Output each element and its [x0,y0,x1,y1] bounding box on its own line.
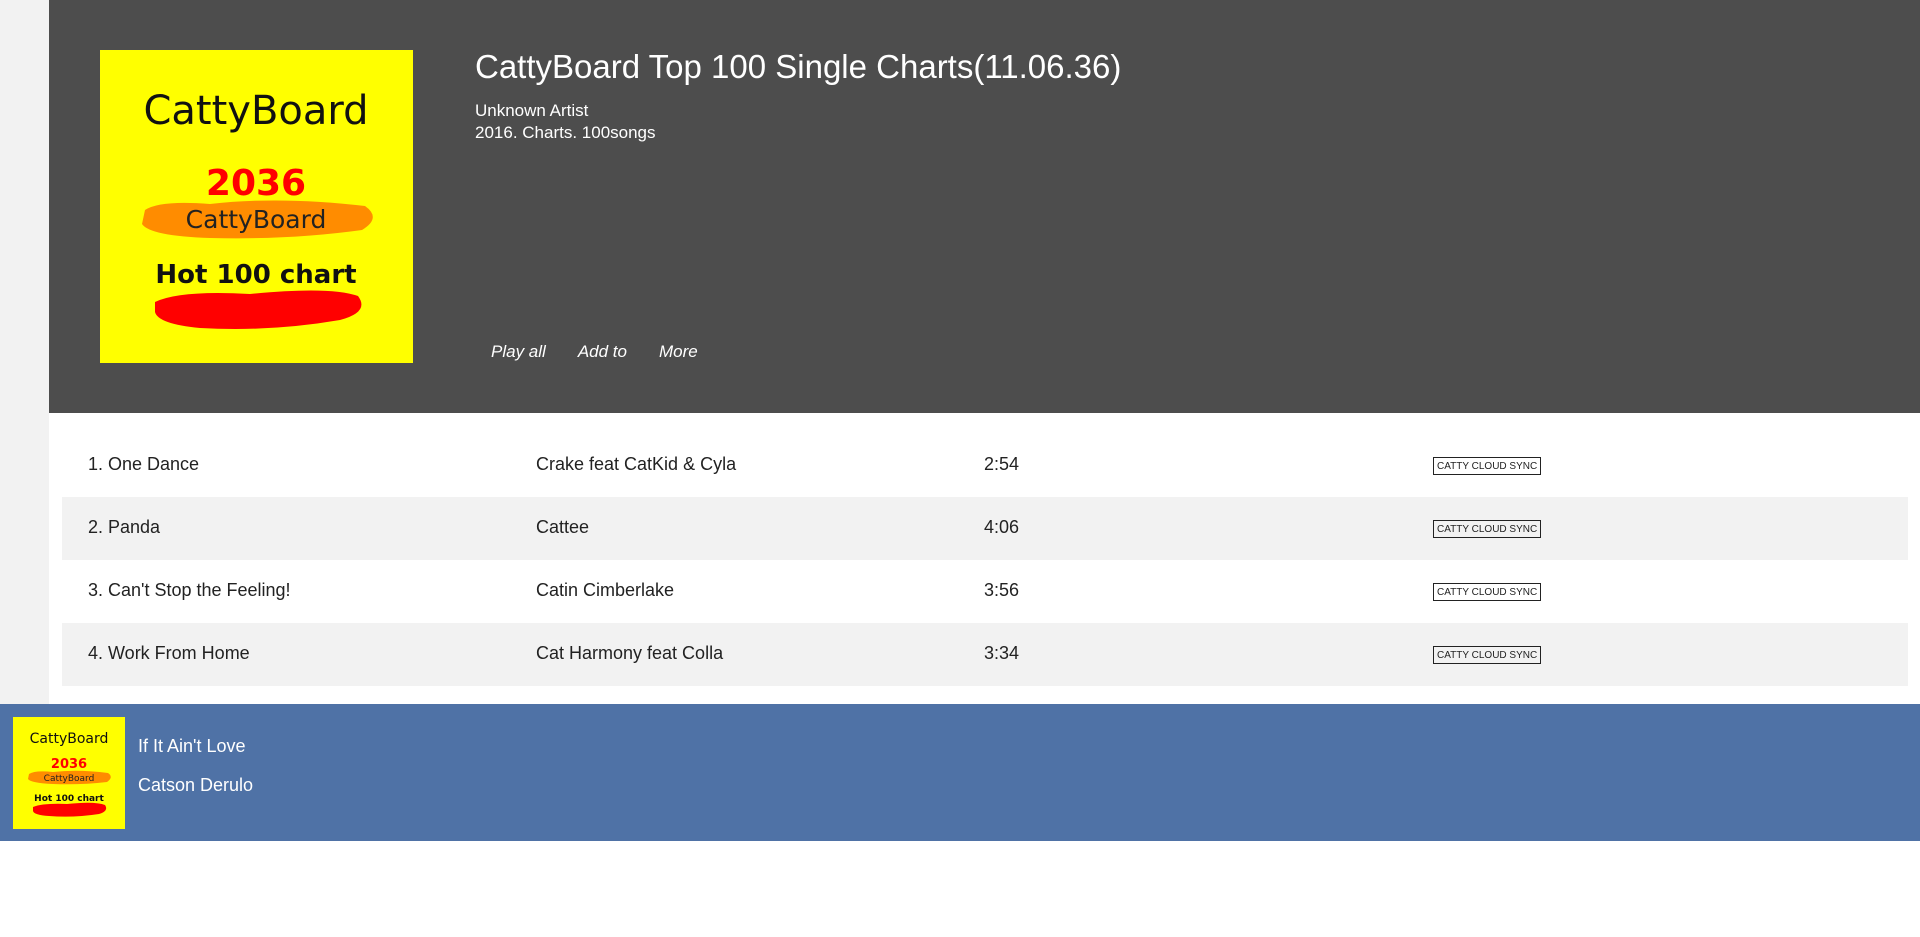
left-strip [0,0,49,704]
track-list: 1. One Dance Crake feat CatKid & Cyla 2:… [62,434,1908,686]
track-row[interactable]: 2. Panda Cattee 4:06 CATTY CLOUD SYNC [62,497,1908,560]
track-artist: Catin Cimberlake [536,580,675,600]
track-duration: 2:54 [984,454,1020,474]
now-playing-bar: CattyBoard 2036 CattyBoard Hot 100 chart… [0,704,1920,841]
track-artist: Cattee [536,517,590,537]
svg-text:CattyBoard: CattyBoard [143,88,368,134]
track-row[interactable]: 4. Work From Home Cat Harmony feat Colla… [62,623,1908,686]
track-duration: 4:06 [984,517,1020,537]
now-playing-cover[interactable]: CattyBoard 2036 CattyBoard Hot 100 chart [13,717,125,829]
cloud-sync-button[interactable]: CATTY CLOUD SYNC [1433,646,1542,664]
track-artist: Cat Harmony feat Colla [536,643,724,663]
track-title: 1. One Dance [88,454,200,474]
track-duration: 3:56 [984,580,1020,600]
album-artist: Unknown Artist [475,101,589,120]
cloud-sync-button[interactable]: CATTY CLOUD SYNC [1433,520,1542,538]
svg-text:2036: 2036 [206,163,306,204]
svg-text:CattyBoard: CattyBoard [186,205,327,234]
track-row[interactable]: 1. One Dance Crake feat CatKid & Cyla 2:… [62,434,1908,497]
svg-text:Hot 100 chart: Hot 100 chart [34,794,104,804]
add-to-button[interactable]: Add to [578,342,627,362]
album-actions: Play all Add to More [491,342,698,362]
svg-text:CattyBoard: CattyBoard [44,774,95,784]
play-all-button[interactable]: Play all [491,342,546,362]
svg-text:CattyBoard: CattyBoard [30,731,109,747]
svg-text:Hot 100 chart: Hot 100 chart [155,260,356,290]
track-title: 3. Can't Stop the Feeling! [88,580,291,600]
svg-text:2036: 2036 [51,757,87,772]
more-button[interactable]: More [659,342,698,362]
track-title: 4. Work From Home [88,643,250,663]
track-row[interactable]: 3. Can't Stop the Feeling! Catin Cimberl… [62,560,1908,623]
cloud-sync-button[interactable]: CATTY CLOUD SYNC [1433,457,1542,475]
album-meta: 2016. Charts. 100songs [475,123,656,142]
album-header: CattyBoard 2036 CattyBoard Hot 100 chart… [49,0,1920,413]
now-playing-title: If It Ain't Love [138,736,246,756]
track-title: 2. Panda [88,517,161,537]
track-artist: Crake feat CatKid & Cyla [536,454,737,474]
album-title: CattyBoard Top 100 Single Charts(11.06.3… [475,48,1122,85]
album-cover: CattyBoard 2036 CattyBoard Hot 100 chart [100,50,413,363]
now-playing-artist: Catson Derulo [138,775,254,795]
cloud-sync-button[interactable]: CATTY CLOUD SYNC [1433,583,1542,601]
track-duration: 3:34 [984,643,1020,663]
